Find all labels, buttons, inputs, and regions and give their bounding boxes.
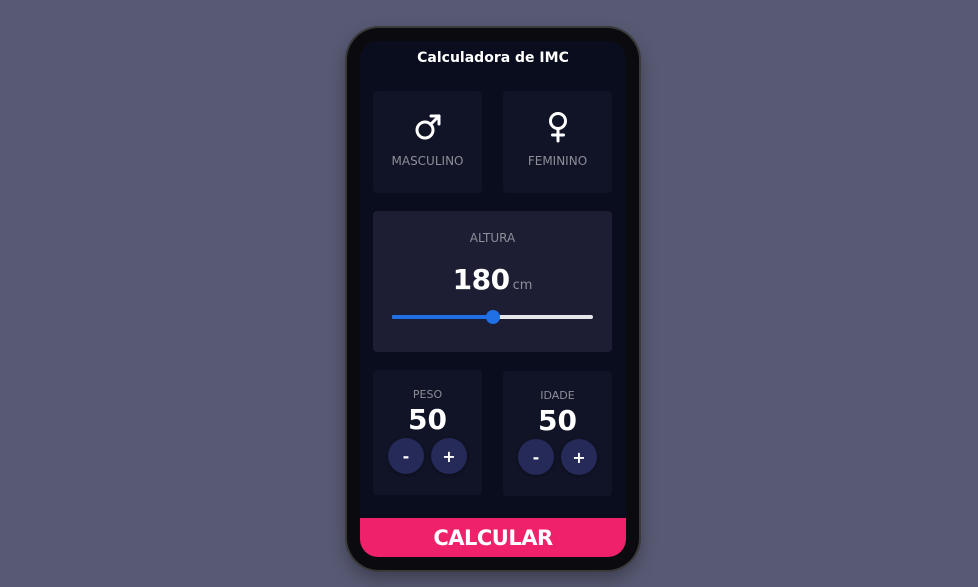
weight-label: PESO	[412, 388, 443, 401]
male-symbol-icon	[373, 109, 482, 145]
age-increment-button[interactable]: +	[561, 439, 597, 475]
height-unit: cm	[512, 278, 533, 293]
app-title: Calculadora de IMC	[417, 50, 569, 66]
height-value: 180	[452, 263, 510, 296]
height-label: ALTURA	[469, 231, 516, 245]
height-slider-fill	[392, 315, 493, 319]
height-value-row: 180 cm	[373, 263, 612, 296]
height-slider[interactable]	[392, 310, 593, 324]
female-gender-label: FEMININO	[527, 154, 588, 168]
female-gender-card[interactable]: FEMININO	[503, 91, 612, 193]
height-slider-thumb[interactable]	[485, 310, 500, 324]
age-label: IDADE	[540, 389, 575, 402]
age-decrement-button[interactable]: -	[518, 439, 554, 475]
female-symbol-icon	[503, 109, 612, 145]
calculate-button[interactable]: CALCULAR	[360, 518, 626, 557]
age-value: 50	[538, 404, 577, 437]
male-gender-card[interactable]: MASCULINO	[373, 91, 482, 193]
weight-value: 50	[408, 403, 447, 436]
phone-frame: Calculadora de IMC MASCULINO FEMININO AL…	[347, 28, 639, 570]
app-screen: Calculadora de IMC MASCULINO FEMININO AL…	[360, 41, 626, 557]
age-card: IDADE 50 - +	[503, 371, 612, 496]
weight-increment-button[interactable]: +	[431, 438, 467, 474]
height-card: ALTURA 180 cm	[373, 211, 612, 352]
weight-decrement-button[interactable]: -	[388, 438, 424, 474]
male-gender-label: MASCULINO	[391, 154, 464, 168]
weight-card: PESO 50 - +	[373, 370, 482, 495]
